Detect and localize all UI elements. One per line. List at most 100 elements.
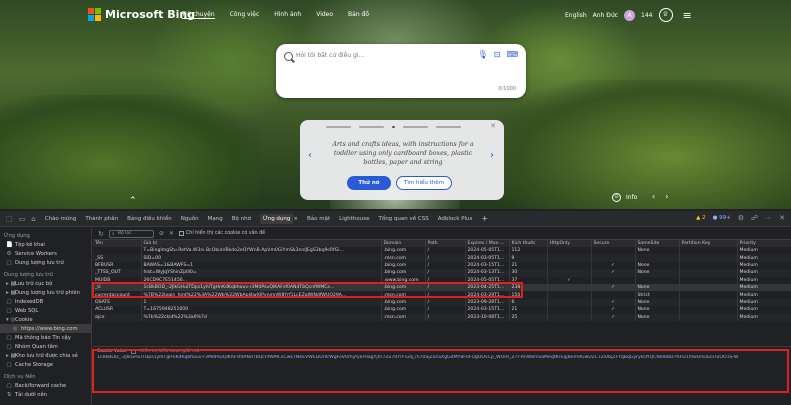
- feedback-icon[interactable]: ☍: [751, 214, 758, 222]
- column-header[interactable]: Kích thước: [509, 240, 548, 247]
- devtools-tab[interactable]: Thành phần: [85, 216, 118, 222]
- devtools-tab[interactable]: Lighthouse: [339, 216, 369, 222]
- table-row[interactable]: _SS SID=00 .msn.com/2024-03-05T1... 9 Medium: [93, 254, 791, 262]
- devtools-tab[interactable]: Bộ nhớ: [232, 216, 251, 222]
- column-header[interactable]: HttpOnly: [547, 240, 592, 247]
- devtools-tab[interactable]: Ứng dụng: [259, 213, 294, 224]
- nav-item[interactable]: Bản đồ: [348, 11, 369, 19]
- sidebar-item[interactable]: 📄 Tệp kê khai: [0, 240, 91, 249]
- chevron-right-icon[interactable]: ›: [490, 150, 494, 161]
- nav-item[interactable]: Hình ảnh: [274, 11, 301, 19]
- table-row[interactable]: ajce %7b%22ckid%22%3a0%7d .msn.com/2023-10…: [93, 313, 791, 321]
- sidebar-item[interactable]: ⇅ Tải dưới nền: [0, 390, 91, 399]
- sidebar-item[interactable]: ▾ ◎ Cookie: [0, 315, 91, 324]
- sidebar-item[interactable]: ▢ Mã thông báo Tin cậy: [0, 333, 91, 342]
- column-header[interactable]: Secure: [591, 240, 636, 247]
- devtools-tab[interactable]: Tổng quan về CSS: [378, 216, 428, 222]
- nav-item[interactable]: Trò chuyện: [182, 11, 215, 19]
- carousel-dot-active[interactable]: [392, 126, 395, 128]
- close-icon[interactable]: ✕: [779, 214, 785, 222]
- gear-icon[interactable]: ⚙: [738, 214, 744, 222]
- carousel-dot[interactable]: [403, 126, 428, 128]
- filter-input[interactable]: Bộ lọc: [108, 229, 154, 238]
- carousel-dot[interactable]: [326, 126, 351, 128]
- more-icon[interactable]: ⋯: [765, 214, 772, 222]
- devtools-tab[interactable]: Bảo mật: [307, 216, 330, 222]
- refresh-icon[interactable]: ↻: [98, 230, 104, 238]
- language-link[interactable]: English: [565, 12, 587, 19]
- table-row[interactable]: OSATE 1 .bing.com/2023-09-28T1... 6 ✓ None Med…: [93, 298, 791, 307]
- table-cell: /: [425, 291, 466, 299]
- table-row[interactable]: T=BingImgStu.RetVa.W3ni.BcObiaVBkdo2eQYW…: [93, 247, 791, 255]
- table-row[interactable]: currentaccount %7B%22login_hint%22%3A%22W…: [93, 291, 791, 299]
- clear-filtered-icon[interactable]: ⊘: [159, 230, 164, 237]
- sidebar-item[interactable]: ▢ Dung lượng lưu trữ: [0, 258, 91, 267]
- chevron-left-icon[interactable]: ‹: [308, 150, 312, 161]
- carousel-dot[interactable]: [436, 126, 461, 128]
- sidebar-item[interactable]: ▢ IndexedDB: [0, 297, 91, 306]
- image-info[interactable]: ⊙ Info: [612, 193, 637, 202]
- column-header[interactable]: SameSite: [635, 240, 680, 247]
- close-tab-icon[interactable]: ×: [293, 216, 298, 222]
- try-it-button[interactable]: Thử nó: [347, 176, 391, 190]
- only-issues-checkbox[interactable]: Chỉ hiển thị các cookie có vấn đề: [178, 231, 265, 236]
- sidebar-item[interactable]: ⚙ Service Workers: [0, 249, 91, 258]
- warning-count[interactable]: ▲ 2: [696, 215, 705, 221]
- sidebar-item[interactable]: ▢ Cache Storage: [0, 360, 91, 369]
- close-icon[interactable]: ✕: [490, 122, 496, 130]
- column-header[interactable]: Expires / Max-...: [465, 240, 510, 247]
- sidebar-item[interactable]: ▢ Web SQL: [0, 306, 91, 315]
- column-header[interactable]: Path: [425, 240, 466, 247]
- column-header[interactable]: Giá trị: [141, 240, 382, 247]
- carousel-dot[interactable]: [359, 126, 384, 128]
- cookie-value-text[interactable]: 1cBkBOD_-2JlkGHuITDps1yhlTgHnKdKqbhouv-r…: [93, 355, 791, 360]
- devtools-tab[interactable]: Nguồn: [181, 216, 199, 222]
- sidebar-item[interactable]: ▢ Nhóm Quan tâm: [0, 342, 91, 351]
- devtools-tab[interactable]: Mạng: [208, 216, 223, 222]
- visual-search-icon[interactable]: ⊡: [494, 50, 501, 59]
- table-row[interactable]: _TTSS_OUT hist=WyJqYShinZpIlI0= .bing.com /…: [93, 269, 791, 277]
- bing-logo[interactable]: Microsoft Bing: [88, 8, 195, 21]
- rewards-trophy-icon[interactable]: ♕: [658, 8, 673, 22]
- sidebar-item[interactable]: ▸ ▦ Dung lượng lưu trữ phiên: [0, 288, 91, 297]
- table-cell: .msn.com: [381, 254, 426, 262]
- home-icon[interactable]: ⌂: [31, 215, 35, 223]
- checkbox[interactable]: [178, 231, 184, 236]
- issues-count[interactable]: ● 99+: [713, 215, 731, 221]
- device-toolbar-icon[interactable]: ▭: [19, 215, 26, 223]
- column-header[interactable]: Tên: [93, 240, 142, 247]
- chevron-up-icon[interactable]: ⌃: [129, 196, 137, 206]
- learn-more-button[interactable]: Tìm hiểu thêm: [396, 176, 452, 190]
- sidebar-item[interactable]: ▸ ▦ Kho lưu trữ được chia sẻ: [0, 351, 91, 360]
- rewards-points[interactable]: 144: [641, 12, 652, 19]
- nav-item[interactable]: Công việc: [230, 11, 260, 19]
- table-row[interactable]: ACLUSR T=1675948251000 .bing.com/2024-03-1…: [93, 306, 791, 314]
- microphone-icon[interactable]: 🎙: [478, 50, 488, 59]
- table-row[interactable]: MUIDB 26CD9C7E51456... .www.bing.com/2024-…: [93, 276, 791, 284]
- column-header[interactable]: Priority: [737, 240, 791, 247]
- chevron-left-icon[interactable]: ‹: [652, 192, 655, 201]
- add-tab-icon[interactable]: +: [481, 214, 488, 223]
- table-cell: Medium: [737, 269, 791, 277]
- table-row[interactable]: BFBUSR BAWAS=1&BAWFS=1 .bing.com/2024-03-1…: [93, 261, 791, 270]
- search-input[interactable]: Hỏi tôi bất cứ điều gì...: [296, 52, 364, 59]
- table-row[interactable]: _U 1cBkBOD_-2JlkGHuITDps1yhlTgHnKdKqbhouv…: [93, 283, 791, 292]
- keyboard-icon[interactable]: ⌨: [506, 50, 518, 59]
- sidebar-item[interactable]: ◎ https://www.bing.com: [0, 324, 91, 333]
- column-header[interactable]: Partition Key: [679, 240, 738, 247]
- column-header[interactable]: Domain: [381, 240, 426, 247]
- decode-checkbox[interactable]: [130, 348, 136, 354]
- devtools-tab[interactable]: Adblock Plus: [438, 216, 473, 222]
- devtools-tab[interactable]: Bảng điều khiển: [127, 216, 172, 222]
- avatar[interactable]: A: [624, 9, 636, 21]
- sidebar-item[interactable]: ▢ Back/forward cache: [0, 381, 91, 390]
- inspect-element-icon[interactable]: ⬚: [6, 215, 13, 223]
- delete-icon[interactable]: ✕: [169, 230, 174, 237]
- sidebar-item[interactable]: ▸ ▦ Lưu trữ cục bộ: [0, 279, 91, 288]
- nav-item[interactable]: Video: [316, 11, 333, 19]
- chevron-right-icon[interactable]: ›: [665, 192, 668, 201]
- devtools-tab[interactable]: Chào mừng: [45, 216, 77, 222]
- menu-icon[interactable]: ≡: [683, 9, 692, 22]
- search-box[interactable]: Hỏi tôi bất cứ điều gì... 🎙 ⊡ ⌨ 0/1000: [276, 44, 526, 98]
- user-name[interactable]: Anh Đức: [593, 12, 618, 19]
